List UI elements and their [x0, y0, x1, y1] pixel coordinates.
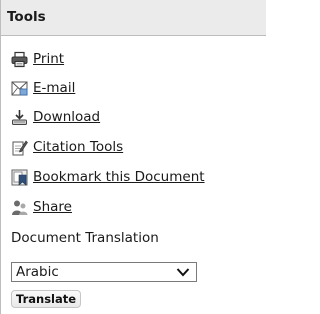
tool-print[interactable]: Print: [11, 48, 64, 70]
citation-icon: [11, 139, 28, 156]
bookmark-link[interactable]: Bookmark this Document: [33, 169, 205, 185]
print-link[interactable]: Print: [33, 51, 64, 67]
translation-label: Document Translation: [11, 230, 159, 246]
panel-title: Tools: [1, 0, 266, 36]
citation-link[interactable]: Citation Tools: [33, 139, 123, 155]
share-icon: [11, 199, 28, 216]
language-select-value: Arabic: [16, 264, 59, 280]
language-select[interactable]: Arabic: [11, 262, 197, 282]
email-icon: [11, 80, 28, 97]
tool-download[interactable]: Download: [11, 106, 100, 128]
tool-share[interactable]: Share: [11, 196, 72, 218]
tool-citation[interactable]: Citation Tools: [11, 136, 123, 158]
download-icon: [11, 109, 28, 126]
tool-email[interactable]: E-mail: [11, 77, 75, 99]
bookmark-icon: [11, 169, 28, 186]
share-link[interactable]: Share: [33, 199, 72, 215]
download-link[interactable]: Download: [33, 109, 100, 125]
tool-bookmark[interactable]: Bookmark this Document: [11, 166, 205, 188]
tools-panel: Tools Print E-mail Download Citation Too…: [0, 0, 266, 314]
printer-icon: [11, 51, 28, 68]
chevron-down-icon: [176, 268, 190, 277]
email-link[interactable]: E-mail: [33, 80, 75, 96]
translate-button[interactable]: Translate: [11, 290, 82, 308]
